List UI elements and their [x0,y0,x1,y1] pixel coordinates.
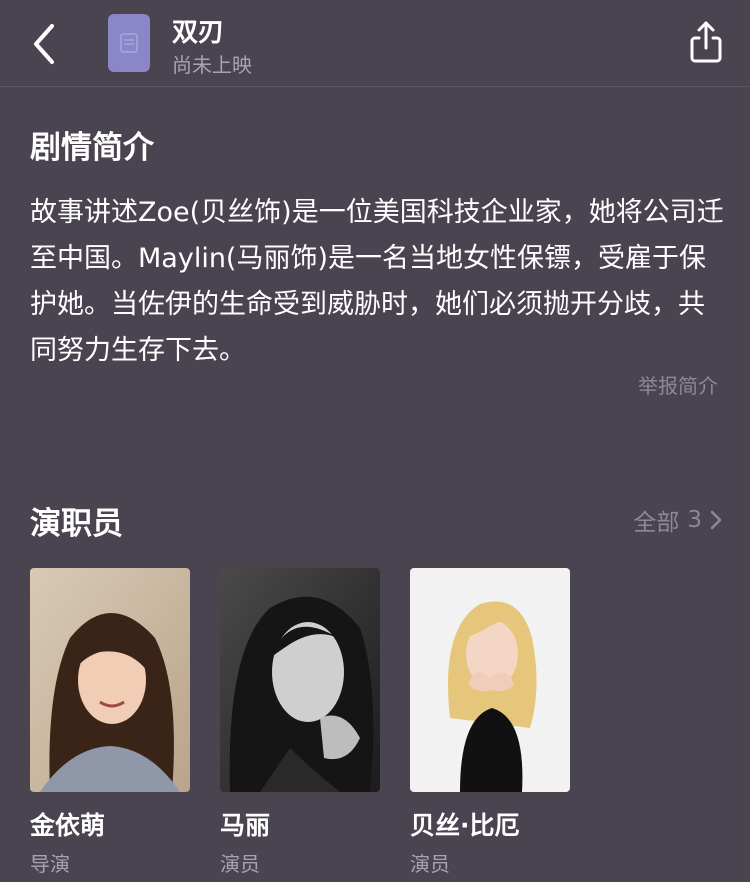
cast-heading: 演职员 [30,506,123,542]
top-nav-bar: 双刃 尚未上映 [0,0,750,87]
cast-role: 导演 [30,852,70,876]
movie-poster-thumbnail[interactable] [108,14,150,72]
cast-count: 3 [687,507,702,533]
share-icon [690,21,722,63]
movie-title: 双刃 [172,18,225,48]
view-all-label: 全部 [633,510,680,536]
cast-role: 演员 [220,852,260,876]
cast-name: 马丽 [220,811,271,840]
view-all-cast-link[interactable]: 全部 3 [633,503,722,537]
cast-card[interactable]: 金依萌 导演 [30,568,190,877]
share-button[interactable] [686,18,726,66]
cast-card[interactable]: 马丽 演员 [220,568,380,877]
back-arrow-icon [34,24,54,64]
cast-photo [410,568,570,792]
synopsis-heading: 剧情简介 [30,130,154,166]
cast-photo [220,568,380,792]
back-button[interactable] [28,22,64,66]
chevron-right-icon [710,510,722,530]
synopsis-text: 故事讲述Zoe(贝丝饰)是一位美国科技企业家，她将公司迁至中国。Maylin(马… [30,197,724,366]
cast-role: 演员 [410,852,450,876]
release-status: 尚未上映 [172,53,252,77]
cast-name: 金依萌 [30,811,106,840]
cast-name: 贝丝·比厄 [410,811,520,840]
cast-photo [30,568,190,792]
cast-card[interactable]: 贝丝·比厄 演员 [410,568,570,877]
poster-placeholder-icon [120,33,138,53]
report-synopsis-link[interactable]: 举报简介 [638,370,718,399]
